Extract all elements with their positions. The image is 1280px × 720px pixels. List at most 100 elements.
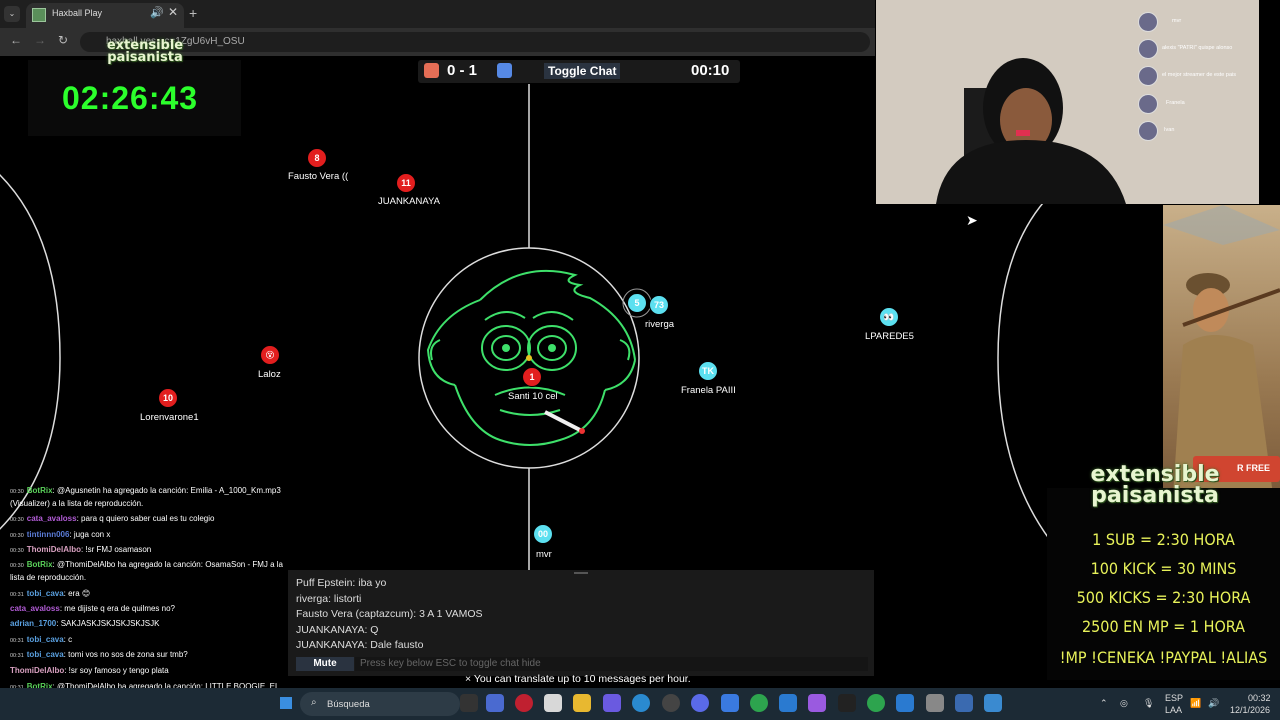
forward-arrow-icon[interactable]: → xyxy=(34,33,46,47)
chat-input[interactable]: Press key below ESC to toggle chat hide xyxy=(355,657,868,671)
chat-username[interactable]: tobi_cava xyxy=(27,589,64,598)
network-icon[interactable]: ◎ xyxy=(1120,698,1128,709)
clock-date[interactable]: 12/1/2026 xyxy=(1230,705,1270,715)
chat-line: 00:30 BotRix: @Agusnetin ha agregado la c… xyxy=(10,486,281,495)
volume-icon[interactable]: 🔊 xyxy=(1208,698,1219,709)
settings-icon[interactable] xyxy=(926,694,944,712)
lang-bottom[interactable]: LAA xyxy=(1165,705,1182,715)
viewer-name: Franela xyxy=(1166,100,1185,106)
edge-icon[interactable] xyxy=(632,694,650,712)
back-arrow-icon[interactable]: ← xyxy=(10,33,22,47)
chat-message: Puff Epstein: iba yo xyxy=(296,577,387,589)
chat-username[interactable]: cata_avaloss xyxy=(27,514,77,523)
chat-username[interactable]: tobi_cava xyxy=(27,635,64,644)
player-name: mvr xyxy=(536,549,552,560)
copilot-icon[interactable] xyxy=(486,694,504,712)
pen-app-icon[interactable] xyxy=(603,694,621,712)
player-disc: 1 xyxy=(522,367,542,387)
taskbar-search-label: Búsqueda xyxy=(327,699,370,710)
reload-icon[interactable]: ↻ xyxy=(58,33,68,47)
chat-line: (Visualizer) a la lista de reproducción. xyxy=(10,499,143,508)
taskbar-search[interactable] xyxy=(300,692,460,716)
viewer-name: Ivan xyxy=(1164,127,1175,133)
tab-haxball[interactable]: Haxball Play 🔊 ✕ xyxy=(26,3,184,28)
chat-line: 00:30 tintinnn006: juga con x xyxy=(10,530,110,539)
monkey-eye-right xyxy=(548,344,556,352)
chat-line: 00:31 tobi_cava: c xyxy=(10,635,72,644)
player-disc: 73 xyxy=(649,295,669,315)
player-name: riverga xyxy=(645,319,675,330)
discord-icon[interactable] xyxy=(691,694,709,712)
calculator-icon[interactable] xyxy=(984,694,1002,712)
chrome-icon[interactable] xyxy=(867,694,885,712)
viewer-avatar xyxy=(1138,12,1158,32)
new-tab-button[interactable]: + xyxy=(189,5,197,21)
chat-text: : tomi vos no sos de zona sur tmb? xyxy=(63,650,188,659)
translate-notice[interactable]: × You can translate up to 10 messages pe… xyxy=(465,673,691,685)
monkey-eye-left xyxy=(502,344,510,352)
viewer-avatar xyxy=(1138,39,1158,59)
player-name: Fausto Vera (( xyxy=(288,171,349,182)
wifi-icon[interactable]: 📶 xyxy=(1190,698,1201,709)
tray-chevron-icon[interactable]: ⌃ xyxy=(1100,698,1108,709)
player-disc: 8 xyxy=(307,148,327,168)
chat-text: lista de reproducción. xyxy=(10,573,87,582)
cigarette xyxy=(544,410,581,432)
game-time: 00:10 xyxy=(691,62,730,79)
obs-icon[interactable] xyxy=(662,694,680,712)
chat-username[interactable]: tobi_cava xyxy=(27,650,64,659)
chat-line: ThomiDelAlbo: !sr soy famoso y tengo pla… xyxy=(10,666,169,675)
chat-timestamp: 00:30 xyxy=(10,533,24,539)
haxball-favicon-icon xyxy=(32,8,46,22)
notepad-icon[interactable] xyxy=(779,694,797,712)
close-tab-icon[interactable]: ✕ xyxy=(168,5,178,19)
info-line: !MP !CENEKA !PAYPAL !ALIAS xyxy=(1059,648,1268,667)
terminal-icon[interactable] xyxy=(838,694,856,712)
opera-icon[interactable] xyxy=(515,694,533,712)
task-view-icon[interactable] xyxy=(460,694,478,712)
app-icon[interactable] xyxy=(808,694,826,712)
tab-search-button[interactable]: ⌄ xyxy=(4,6,20,22)
stream-chat: 00:30 BotRix: @Agusnetin ha agregado la c… xyxy=(0,480,330,720)
chat-text: : me dijiste q era de quilmes no? xyxy=(59,604,175,613)
player-name: LPAREDE5 xyxy=(865,331,914,342)
chat-username[interactable]: BotRix xyxy=(27,560,53,569)
store-icon[interactable] xyxy=(544,694,562,712)
stream-timer: 02:26:43 xyxy=(62,80,199,116)
mute-button[interactable]: Mute xyxy=(296,657,354,671)
mouse-cursor-icon: ➤ xyxy=(966,212,978,228)
chat-username[interactable]: BotRix xyxy=(27,486,53,495)
stream-logo-large: extensible paisanista xyxy=(1090,462,1220,508)
vscode-icon[interactable] xyxy=(896,694,914,712)
chat-line: cata_avaloss: me dijiste q era de quilme… xyxy=(10,604,175,613)
player-disc: 👀 xyxy=(879,307,899,327)
chat-username[interactable]: ThomiDelAlbo xyxy=(10,666,64,675)
chat-username[interactable]: adrian_1700 xyxy=(10,619,56,628)
chrome-icon[interactable] xyxy=(750,694,768,712)
webcam-feed: mvr alexis "PATRI" quispe alonso el mejo… xyxy=(876,0,1259,204)
chat-username[interactable]: cata_avaloss xyxy=(10,604,60,613)
info-line: 100 KICK = 30 MINS xyxy=(1090,559,1237,578)
chat-message: JUANKANAYA: Dale fausto xyxy=(296,639,424,651)
speaker-icon[interactable]: 🔊 xyxy=(150,6,164,19)
microphone-icon[interactable]: 🎙 xyxy=(1143,698,1154,709)
windows-start-icon[interactable] xyxy=(280,697,292,709)
chat-text: : !sr soy famoso y tengo plata xyxy=(64,666,169,675)
chat-username[interactable]: ThomiDelAlbo xyxy=(27,545,81,554)
photos-icon[interactable] xyxy=(955,694,973,712)
chat-text: : juga con x xyxy=(69,530,111,539)
player-disc: 5 xyxy=(627,293,647,313)
chat-message: JUANKANAYA: Q xyxy=(296,624,379,636)
chat-username[interactable]: tintinnn006 xyxy=(27,530,70,539)
player-name: JUANKANAYA xyxy=(378,196,440,207)
file-explorer-icon[interactable] xyxy=(573,694,591,712)
chat-line: 00:30 ThomiDelAlbo: !sr FMJ osamason xyxy=(10,545,151,554)
lang-top[interactable]: ESP xyxy=(1165,693,1183,703)
right-goal-arc xyxy=(997,194,1051,541)
chat-line: 00:30 BotRix: @ThomiDelAlbo ha agregado l… xyxy=(10,560,283,569)
toggle-chat-button[interactable]: Toggle Chat xyxy=(544,63,621,79)
steam-icon[interactable] xyxy=(721,694,739,712)
chat-resize-handle[interactable] xyxy=(574,572,588,574)
clock-time[interactable]: 00:32 xyxy=(1248,693,1271,703)
red-team-indicator xyxy=(424,63,439,78)
